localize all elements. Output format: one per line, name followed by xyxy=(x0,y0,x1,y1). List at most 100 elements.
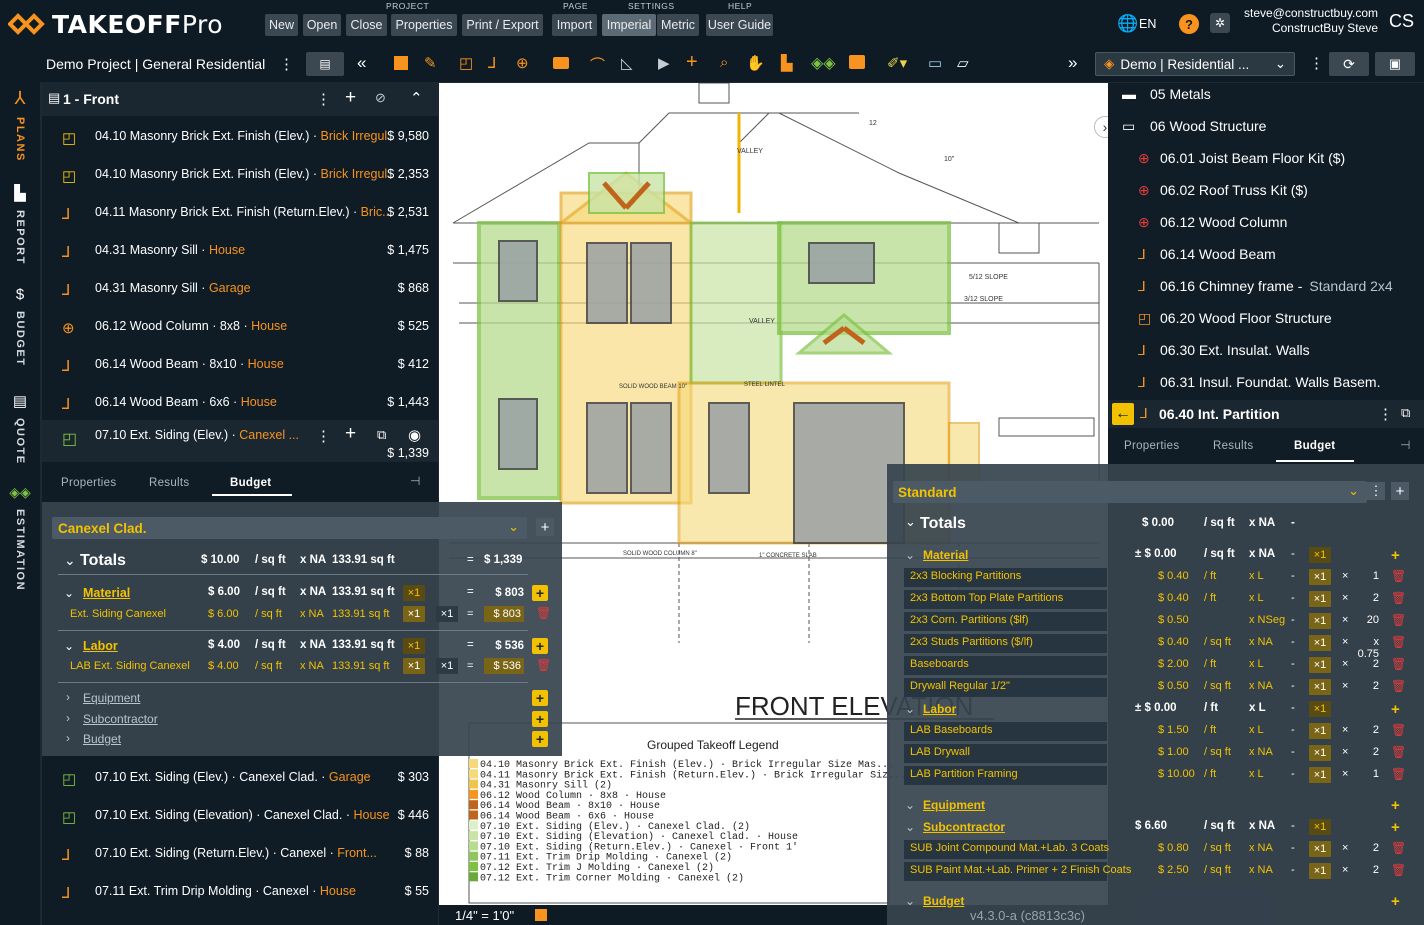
labor-add-icon[interactable]: + xyxy=(532,638,548,654)
selected-menu-icon[interactable]: ⋮ xyxy=(316,427,331,445)
back-arrow-icon[interactable]: ← xyxy=(1112,403,1134,425)
right-equipment-add-icon[interactable]: + xyxy=(1391,797,1400,814)
template-select[interactable]: ◈ Demo | Residential ... ⌄ xyxy=(1095,52,1295,76)
refresh-icon[interactable]: ⟳ xyxy=(1329,52,1369,76)
budget-line-factor[interactable]: 1 xyxy=(1357,570,1379,582)
list-item[interactable]: ⅃ 06.14 Wood Beam · 8x10 · House $ 412 xyxy=(42,346,438,384)
tree-item[interactable]: ⊕ 06.12 Wood Column xyxy=(1138,209,1287,235)
tree-item[interactable]: ⊕ 06.01 Joist Beam Floor Kit ($) xyxy=(1138,145,1345,171)
add-folder-icon[interactable]: ▣ xyxy=(1375,52,1415,76)
budget-line-multiplier[interactable]: ×1 xyxy=(1309,679,1331,695)
import-button[interactable]: Import xyxy=(552,14,597,36)
right-budget-menu-icon[interactable]: ⋮ xyxy=(1367,482,1385,500)
budget-add-icon[interactable]: + xyxy=(532,731,548,747)
right-material-label[interactable]: Material xyxy=(923,548,968,562)
tree-item[interactable]: ⅃ 06.30 Ext. Insulat. Walls xyxy=(1138,337,1310,363)
collapse-up-icon[interactable]: ⌃ xyxy=(410,89,423,107)
tree-item[interactable]: ◰ 06.20 Wood Floor Structure xyxy=(1138,305,1332,331)
tab-properties[interactable]: Properties xyxy=(61,477,116,489)
material-label[interactable]: Material xyxy=(83,586,130,600)
budget-label[interactable]: Budget xyxy=(83,732,121,746)
budget-line-name[interactable]: 2x3 Studs Partitions ($/lf) xyxy=(910,636,1033,648)
right-budget-add-icon[interactable]: + xyxy=(1391,482,1409,500)
material-add-icon[interactable]: + xyxy=(532,585,548,601)
tree-item[interactable]: ⅃ 06.16 Chimney frame - Standard 2x4 xyxy=(1138,273,1393,299)
left-budget-select[interactable]: Canexel Clad. ⌄ xyxy=(52,517,527,539)
tab-budget[interactable]: Budget xyxy=(230,477,271,489)
budget-line-multiplier[interactable]: ×1 xyxy=(1309,841,1331,857)
budget-line-factor[interactable]: 2 xyxy=(1357,842,1379,854)
trash-icon[interactable]: 🗑 xyxy=(1391,569,1406,585)
rail-plans[interactable]: ⅄ PLANS xyxy=(0,88,40,162)
avatar[interactable]: CS xyxy=(1389,11,1414,32)
count-tool-icon[interactable]: ⊕ xyxy=(516,54,529,72)
budget-line-name[interactable]: LAB Partition Framing xyxy=(910,768,1018,780)
budget-line-multiplier[interactable]: ×1 xyxy=(1309,569,1331,585)
trash-icon[interactable]: 🗑 xyxy=(1391,657,1406,673)
project-menu-icon[interactable]: ⋮ xyxy=(279,55,294,73)
list-item[interactable]: ◰ 04.10 Masonry Brick Ext. Finish (Elev.)… xyxy=(42,118,438,156)
tree-folder[interactable]: ▬ 05 Metals xyxy=(1122,81,1211,107)
rect-tool-icon[interactable] xyxy=(553,57,569,69)
trash-icon[interactable]: 🗑 xyxy=(1391,863,1406,879)
right-menu-icon[interactable]: ⋮ xyxy=(1378,405,1393,423)
zoom-icon[interactable]: ⌕ xyxy=(720,54,728,71)
budget-line-name[interactable]: 2x3 Blocking Partitions xyxy=(910,570,1021,582)
tab-results[interactable]: Results xyxy=(149,477,189,489)
equipment-label[interactable]: Equipment xyxy=(83,691,140,705)
add-item-icon[interactable]: + xyxy=(345,87,356,109)
rail-report[interactable]: ▙ REPORT xyxy=(0,184,40,265)
budget-line-multiplier[interactable]: ×1 xyxy=(1309,767,1331,783)
bug-icon[interactable]: ✲ xyxy=(1210,13,1230,33)
highlighter-icon[interactable]: ✐▾ xyxy=(887,54,907,72)
trash-icon[interactable]: 🗑 xyxy=(1391,841,1406,857)
list-item[interactable]: ◰ 07.10 Ext. Siding (Elev.) · Canexel Cla… xyxy=(42,759,438,797)
budget-line-factor[interactable]: 2 xyxy=(1357,746,1379,758)
budget-line-multiplier[interactable]: ×1 xyxy=(1309,613,1331,629)
right-material-multiplier[interactable]: ×1 xyxy=(1309,547,1331,563)
hide-icon[interactable]: ⊘ xyxy=(375,90,386,106)
template-menu-icon[interactable]: ⋮ xyxy=(1309,54,1324,72)
add-tool-icon[interactable]: + xyxy=(686,51,698,74)
trash-icon[interactable]: 🗑 xyxy=(1391,591,1406,607)
equipment-chevron-icon[interactable]: › xyxy=(66,690,70,704)
right-labor-label[interactable]: Labor xyxy=(923,702,956,716)
language-label[interactable]: EN xyxy=(1139,17,1156,31)
material-item-trash-icon[interactable]: 🗑 xyxy=(536,606,551,622)
budget-line-name[interactable]: SUB Joint Compound Mat.+Lab. 3 Coats xyxy=(910,842,1109,854)
subcontractor-label[interactable]: Subcontractor xyxy=(83,712,158,726)
trash-icon[interactable]: 🗑 xyxy=(1391,723,1406,739)
rail-quote[interactable]: ▤ QUOTE xyxy=(0,392,40,465)
pencil-icon[interactable]: ✎ xyxy=(424,54,437,72)
budget-line-name[interactable]: LAB Baseboards xyxy=(910,724,993,736)
budget-line-factor[interactable]: 20 xyxy=(1357,614,1379,626)
budget-line-multiplier[interactable]: ×1 xyxy=(1309,863,1331,879)
right-material-add-icon[interactable]: + xyxy=(1391,547,1400,564)
list-item[interactable]: ⅃ 07.10 Ext. Siding (Return.Elev.) · Cane… xyxy=(42,835,438,873)
right-tab-budget[interactable]: Budget xyxy=(1294,440,1335,452)
budget-line-multiplier[interactable]: ×1 xyxy=(1309,723,1331,739)
right-copy-icon[interactable]: ⧉ xyxy=(1401,405,1410,421)
labor-item-trash-icon[interactable]: 🗑 xyxy=(536,658,551,674)
list-item[interactable]: ⊕ 06.12 Wood Column · 8x8 · House $ 525 xyxy=(42,308,438,346)
material-item-multiplier[interactable]: ×1 xyxy=(403,606,425,622)
labor-label[interactable]: Labor xyxy=(83,639,118,653)
trash-icon[interactable]: 🗑 xyxy=(1391,635,1406,651)
right-selected-item[interactable]: ← ⅃ 06.40 Int. Partition ⋮ ⧉ xyxy=(1108,400,1424,428)
labor-item-multiplier2[interactable]: ×1 xyxy=(436,658,458,674)
material-chevron-icon[interactable]: ⌄ xyxy=(64,586,74,600)
budget-line-factor[interactable]: 2 xyxy=(1357,864,1379,876)
labor-chevron-icon[interactable]: ⌄ xyxy=(64,639,74,653)
estimation-icon[interactable]: ◈◈ xyxy=(811,53,836,73)
budget-line-multiplier[interactable]: ×1 xyxy=(1309,657,1331,673)
budget-line-factor[interactable]: x 0.75 xyxy=(1357,636,1379,660)
budget-line-multiplier[interactable]: ×1 xyxy=(1309,591,1331,607)
labor-item-name[interactable]: LAB Ext. Siding Canexel xyxy=(70,660,190,672)
budget-chevron-icon[interactable]: ⌄ xyxy=(905,894,915,908)
rail-estimation[interactable]: ◈◈ ESTIMATION xyxy=(0,484,40,591)
budget-line-name[interactable]: Baseboards xyxy=(910,658,969,670)
play-icon[interactable]: ▶ xyxy=(658,54,670,72)
totals-chevron-icon[interactable]: ⌄ xyxy=(64,552,76,569)
budget-line-multiplier[interactable]: ×1 xyxy=(1309,745,1331,761)
close-button[interactable]: Close xyxy=(346,14,387,36)
